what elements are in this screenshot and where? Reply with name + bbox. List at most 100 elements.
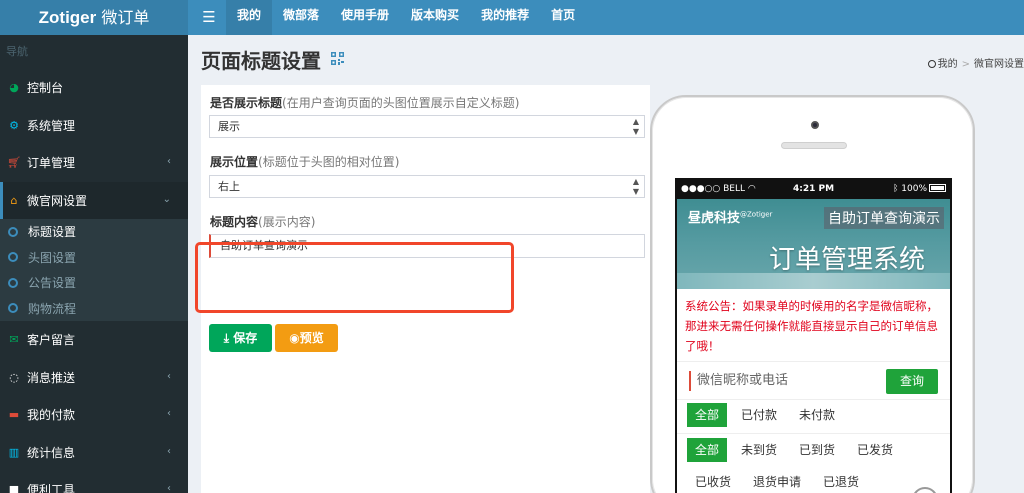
phone-banner: 昼虎科技@Zotiger 自助订单查询演示 订单管理系统 xyxy=(677,199,950,289)
battery: ᛒ 100% xyxy=(893,180,946,199)
filter-return-request[interactable]: 退货申请 xyxy=(745,470,810,493)
battery-icon xyxy=(929,184,946,192)
sidebar-item-dashboard[interactable]: ◕ 控制台 xyxy=(0,69,188,107)
form-panel: 是否展示标题(在用户查询页面的头图位置展示自定义标题) 展示 ▲ ▼ 展示位置(标题… xyxy=(195,85,665,493)
sidebar-item-label: 微官网设置 xyxy=(27,193,88,208)
save-label: 保存 xyxy=(233,331,258,345)
submenu-title-settings[interactable]: 标题设置 xyxy=(0,219,188,245)
filter-received[interactable]: 已收货 xyxy=(687,470,740,493)
logo-text: 微订单 xyxy=(96,8,150,27)
filter-shipped[interactable]: 已发货 xyxy=(849,438,902,462)
top-nav: 我的 微部落 使用手册 版本购买 我的推荐 首页 xyxy=(226,0,586,35)
sidebar-item-label: 消息推送 xyxy=(27,370,76,385)
cart-icon: 🛒︎ xyxy=(7,156,21,170)
envelope-icon: ✉ xyxy=(9,333,19,347)
credit-card-icon: ▬ xyxy=(8,408,20,422)
chevron-left-icon: ‹ xyxy=(167,408,171,419)
comment-icon: ◌ xyxy=(9,370,19,384)
sidebar-item-orders[interactable]: 🛒︎ 订单管理 ‹ xyxy=(0,144,188,182)
filter-all[interactable]: 全部 xyxy=(687,438,728,462)
position-select[interactable]: 右上 ▲ ▼ xyxy=(209,175,645,198)
sidebar-item-stats[interactable]: ▥ 统计信息 ‹ xyxy=(0,434,188,472)
save-button[interactable]: ⤓ 保存 xyxy=(209,324,272,352)
content-label: 标题内容(展示内容) xyxy=(210,215,316,229)
chevron-left-icon: ‹ xyxy=(167,370,171,382)
logo-bold: Zotiger xyxy=(38,8,97,27)
sidebar-item-label: 系统管理 xyxy=(27,118,76,133)
nav-referral[interactable]: 我的推荐 xyxy=(470,0,540,35)
bar-chart-icon: ▥ xyxy=(8,445,20,459)
page-title: 页面标题设置 xyxy=(201,49,321,73)
sidebar-item-label: 我的付款 xyxy=(27,408,76,423)
phone-search-input[interactable]: 微信昵称或电话 xyxy=(689,371,879,391)
circle-icon xyxy=(8,303,18,314)
home-icon: ⌂ xyxy=(10,193,18,207)
highlight-box xyxy=(195,242,514,313)
breadcrumb: 我的 > 微官网设置 xyxy=(927,55,1024,70)
chevron-left-icon: ‹ xyxy=(167,156,171,167)
submenu-shopping-flow[interactable]: 购物流程 xyxy=(0,296,188,322)
phone-statusbar: ●●●○○ BELL ◠ 4:21 PM ᛒ 100% xyxy=(677,180,950,199)
chevron-down-icon: ⌄ xyxy=(162,193,171,205)
camera xyxy=(811,121,819,129)
nav-manual[interactable]: 使用手册 xyxy=(330,0,400,35)
sidebar-item-label: 便利工具 xyxy=(27,483,76,493)
top-navbar: Zotiger 微订单 ☰ 我的 微部落 使用手册 版本购买 我的推荐 首页 xyxy=(0,0,1024,35)
filter-arrived[interactable]: 已到货 xyxy=(791,438,844,462)
filter-returned[interactable]: 已退货 xyxy=(815,470,868,493)
sidebar-item-push[interactable]: ◌ 消息推送 ‹ xyxy=(0,359,188,397)
sidebar-item-payments[interactable]: ▬ 我的付款 ‹ xyxy=(0,396,188,434)
brand-logo: 昼虎科技@Zotiger xyxy=(688,210,773,226)
download-icon: ⤓ xyxy=(223,331,230,345)
filter-not-arrived[interactable]: 未到货 xyxy=(733,438,786,462)
submenu-notice-settings[interactable]: 公告设置 xyxy=(0,270,188,296)
circle-icon xyxy=(8,277,18,288)
submenu-label: 购物流程 xyxy=(28,301,77,316)
nav-purchase[interactable]: 版本购买 xyxy=(400,0,470,35)
sidebar-item-label: 控制台 xyxy=(27,81,64,96)
breadcrumb-home[interactable]: 我的 xyxy=(938,59,958,70)
phone-screen: ●●●○○ BELL ◠ 4:21 PM ᛒ 100% 昼虎科技@Zotiger… xyxy=(675,178,952,493)
submenu-banner-settings[interactable]: 头图设置 xyxy=(0,245,188,271)
banner-title: 自助订单查询演示 xyxy=(824,207,944,229)
more-filter: 已收货 退货申请 已退货 xyxy=(687,470,868,493)
phone-search-row: 微信昵称或电话 查询 xyxy=(677,361,950,399)
show-title-select[interactable]: 展示 ▲ ▼ xyxy=(209,115,645,138)
cogs-icon: ⚙ xyxy=(9,118,19,132)
notice-text: 系统公告：如果录单的时候用的名字是微信昵称，那进来无需任何操作就能直接显示自己的… xyxy=(685,299,938,353)
sidebar-item-label: 订单管理 xyxy=(27,156,76,171)
breadcrumb-current[interactable]: 微官网设置 xyxy=(974,59,1024,70)
nav-home[interactable]: 首页 xyxy=(540,0,586,35)
position-label: 展示位置(标题位于头图的相对位置) xyxy=(210,155,400,169)
briefcase-icon: ■ xyxy=(8,483,20,493)
sidebar-header: 导航 xyxy=(6,45,28,58)
submenu-label: 标题设置 xyxy=(28,225,77,240)
sidebar-item-messages[interactable]: ✉ 客户留言 xyxy=(0,321,188,359)
sidebar: 导航 ◕ 控制台 ⚙ 系统管理 🛒︎ 订单管理 ‹ ⌂ 微官网设置 ⌄ 标题设置 头图设置 … xyxy=(0,35,188,493)
shipping-filter: 全部 未到货 已到货 已发货 xyxy=(687,438,902,462)
submenu-label: 头图设置 xyxy=(28,250,77,265)
preview-label: 预览 xyxy=(299,331,324,345)
position-value: 右上 xyxy=(218,180,240,193)
filter-paid[interactable]: 已付款 xyxy=(733,403,786,427)
nav-tribe[interactable]: 微部落 xyxy=(272,0,330,35)
app-logo[interactable]: Zotiger 微订单 xyxy=(0,0,188,35)
sidebar-item-system[interactable]: ⚙ 系统管理 xyxy=(0,107,188,145)
filter-unpaid[interactable]: 未付款 xyxy=(791,403,844,427)
sidebar-item-label: 客户留言 xyxy=(27,333,76,348)
dashboard-icon: ◕ xyxy=(9,81,19,95)
filter-all[interactable]: 全部 xyxy=(687,403,728,427)
qrcode-icon[interactable] xyxy=(331,52,344,65)
chevron-left-icon: ‹ xyxy=(167,483,171,493)
bars-icon[interactable]: ☰ xyxy=(196,0,222,35)
circle-icon xyxy=(927,60,936,68)
payment-filter: 全部 已付款 未付款 xyxy=(687,403,844,427)
preview-button[interactable]: ◉预览 xyxy=(275,324,338,352)
phone-search-button[interactable]: 查询 xyxy=(886,369,938,394)
nav-mine[interactable]: 我的 xyxy=(226,0,273,35)
speaker xyxy=(781,142,847,149)
sidebar-item-website[interactable]: ⌂ 微官网设置 ⌄ xyxy=(0,181,188,219)
circle-icon xyxy=(8,252,18,263)
sidebar-item-tools[interactable]: ■ 便利工具 ‹ xyxy=(0,471,188,493)
bluetooth-icon: ᛒ xyxy=(892,184,899,194)
